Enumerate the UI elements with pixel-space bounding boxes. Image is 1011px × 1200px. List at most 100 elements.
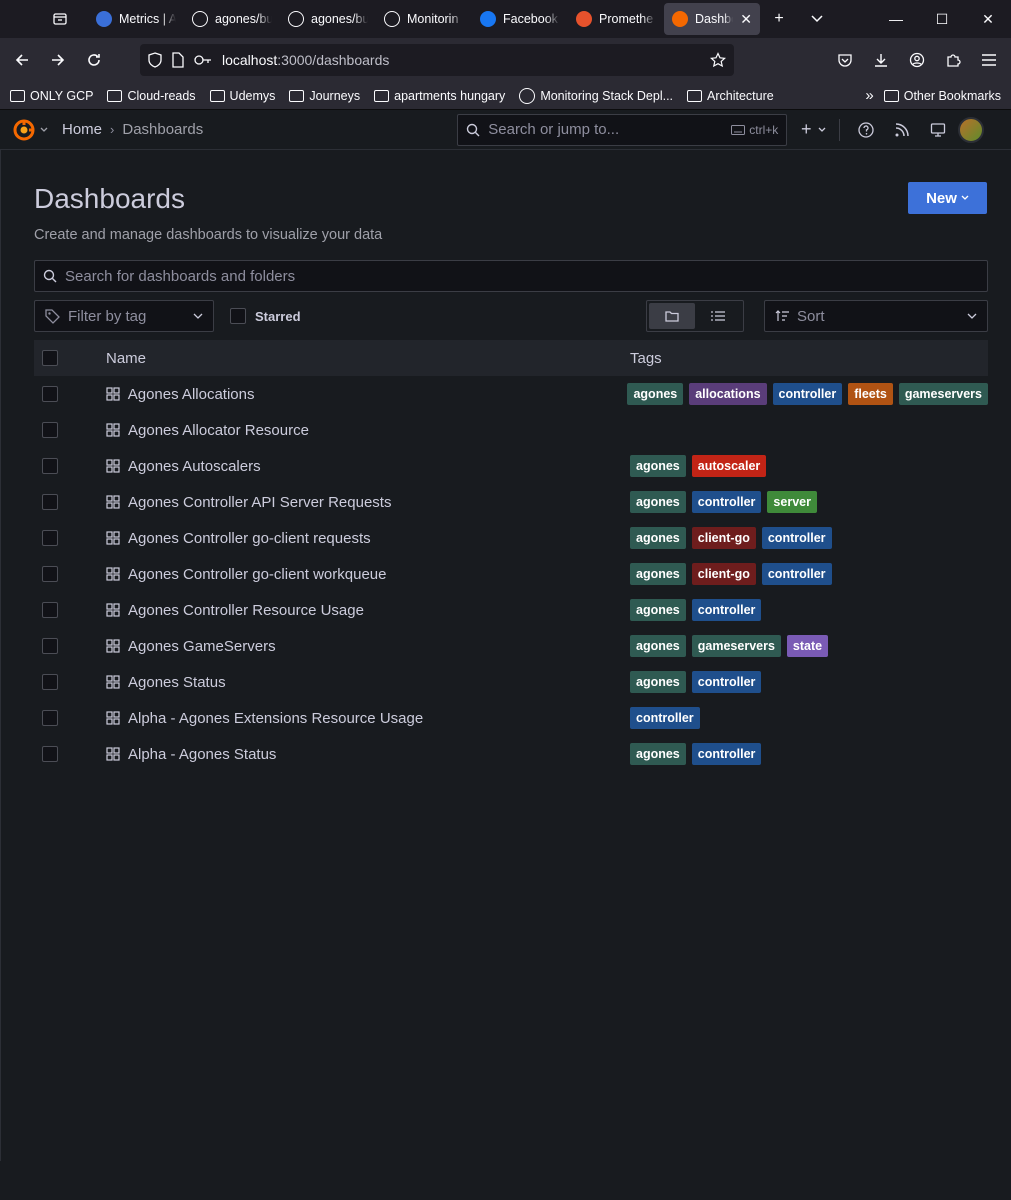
tag-badge[interactable]: autoscaler [691, 455, 767, 477]
tag-badge[interactable]: allocations [689, 383, 767, 405]
tag-badge[interactable]: controller [630, 707, 700, 729]
row-checkbox[interactable] [42, 494, 58, 510]
table-row[interactable]: Alpha - Agones Status agones controller [34, 736, 988, 772]
dashboard-name-link[interactable]: Agones Controller API Server Requests [128, 494, 391, 511]
dashboard-name-link[interactable]: Alpha - Agones Status [128, 746, 276, 763]
more-bookmarks-chevron-icon[interactable]: » [865, 87, 873, 104]
dashboard-name-link[interactable]: Agones Controller Resource Usage [128, 602, 364, 619]
tag-badge[interactable]: controller [691, 599, 762, 621]
row-checkbox[interactable] [42, 566, 58, 582]
table-row[interactable]: Agones Controller go-client workqueue ago… [34, 556, 988, 592]
tag-badge[interactable]: controller [761, 527, 832, 549]
browser-tab[interactable]: agones/bu [280, 3, 376, 35]
back-button[interactable] [4, 42, 40, 78]
add-new-button[interactable]: + [797, 114, 829, 146]
row-checkbox[interactable] [42, 710, 58, 726]
maximize-button[interactable]: ☐ [919, 0, 965, 38]
table-row[interactable]: Agones Allocator Resource [34, 412, 988, 448]
dashboard-name-link[interactable]: Alpha - Agones Extensions Resource Usage [128, 710, 423, 727]
bookmark-star-icon[interactable] [710, 52, 726, 68]
bookmark-item[interactable]: Udemys [209, 89, 275, 103]
folder-view-button[interactable] [649, 303, 695, 329]
select-all-checkbox[interactable] [42, 350, 58, 366]
starred-checkbox[interactable] [230, 308, 246, 324]
row-checkbox[interactable] [42, 458, 58, 474]
tag-filter-select[interactable]: Filter by tag [34, 300, 214, 332]
tag-badge[interactable]: agones [630, 491, 686, 513]
breadcrumb-home[interactable]: Home [62, 121, 102, 138]
new-dashboard-button[interactable]: New [908, 182, 987, 214]
browser-tab[interactable]: agones/bu [184, 3, 280, 35]
browser-tab[interactable]: Promethe [568, 3, 664, 35]
dashboard-name-link[interactable]: Agones GameServers [128, 638, 276, 655]
dashboard-name-link[interactable]: Agones Autoscalers [128, 458, 261, 475]
browser-tab[interactable]: Facebook [472, 3, 568, 35]
tag-badge[interactable]: agones [630, 527, 686, 549]
news-button[interactable] [886, 114, 918, 146]
bookmark-item[interactable]: ONLY GCP [10, 89, 93, 103]
table-row[interactable]: Agones Allocations agones allocations contr… [34, 376, 988, 412]
table-row[interactable]: Agones Status agones controller [34, 664, 988, 700]
table-row[interactable]: Agones Controller API Server Requests ago… [34, 484, 988, 520]
list-view-button[interactable] [695, 303, 741, 329]
dashboard-name-link[interactable]: Agones Allocations [128, 386, 255, 403]
bookmark-item[interactable]: Architecture [687, 89, 774, 103]
close-tab-icon[interactable]: ✕ [740, 11, 752, 28]
tag-badge[interactable]: agones [630, 563, 686, 585]
table-row[interactable]: Agones GameServers agones gameservers state [34, 628, 988, 664]
tag-badge[interactable]: server [767, 491, 817, 513]
tag-badge[interactable]: client-go [691, 563, 756, 585]
dashboard-name-link[interactable]: Agones Controller go-client requests [128, 530, 371, 547]
bookmark-item[interactable]: apartments hungary [374, 89, 505, 103]
bookmark-item[interactable]: Cloud-reads [107, 89, 196, 103]
dashboard-name-link[interactable]: Agones Status [128, 674, 226, 691]
tag-badge[interactable]: agones [627, 383, 684, 405]
other-bookmarks-folder[interactable]: Other Bookmarks [883, 89, 1001, 103]
extensions-button[interactable] [935, 42, 971, 78]
tag-badge[interactable]: client-go [691, 527, 756, 549]
downloads-button[interactable] [863, 42, 899, 78]
global-search-input[interactable]: Search or jump to... ctrl+k [457, 113, 788, 146]
tag-badge[interactable]: agones [630, 635, 686, 657]
row-checkbox[interactable] [42, 746, 58, 762]
help-button[interactable] [850, 114, 882, 146]
row-checkbox[interactable] [42, 674, 58, 690]
tag-badge[interactable]: controller [772, 383, 843, 405]
close-window-button[interactable]: ✕ [965, 0, 1011, 38]
tag-badge[interactable]: gameservers [691, 635, 781, 657]
browser-tab[interactable]: Dashbo ✕ [664, 3, 760, 35]
tag-badge[interactable]: controller [691, 743, 762, 765]
menu-button[interactable] [971, 42, 1007, 78]
tag-badge[interactable]: controller [691, 491, 762, 513]
table-row[interactable]: Alpha - Agones Extensions Resource Usage… [34, 700, 988, 736]
minimize-button[interactable]: — [873, 0, 919, 38]
dashboard-name-link[interactable]: Agones Controller go-client workqueue [128, 566, 386, 583]
row-checkbox[interactable] [42, 638, 58, 654]
kiosk-mode-button[interactable] [922, 114, 954, 146]
tab-manager-button[interactable] [40, 0, 80, 38]
new-tab-button[interactable]: + [760, 0, 798, 38]
row-checkbox[interactable] [42, 386, 58, 402]
browser-tab[interactable]: Monitorin [376, 3, 472, 35]
row-checkbox[interactable] [42, 602, 58, 618]
dashboard-name-link[interactable]: Agones Allocator Resource [128, 422, 309, 439]
table-row[interactable]: Agones Autoscalers agones autoscaler [34, 448, 988, 484]
table-row[interactable]: Agones Controller go-client requests agon… [34, 520, 988, 556]
url-bar[interactable]: localhost:3000/dashboards [140, 44, 734, 76]
tag-badge[interactable]: state [786, 635, 829, 657]
user-avatar[interactable] [958, 116, 985, 143]
tag-badge[interactable]: controller [691, 671, 762, 693]
tag-badge[interactable]: fleets [848, 383, 893, 405]
grafana-menu-button[interactable] [12, 118, 60, 142]
bookmark-item[interactable]: Journeys [289, 89, 360, 103]
tag-badge[interactable]: agones [630, 455, 686, 477]
pocket-button[interactable] [827, 42, 863, 78]
starred-filter[interactable]: Starred [230, 308, 301, 324]
dashboard-search-input[interactable]: Search for dashboards and folders [34, 260, 988, 292]
list-all-tabs-button[interactable] [798, 0, 836, 38]
reload-button[interactable] [76, 42, 112, 78]
table-row[interactable]: Agones Controller Resource Usage agones co… [34, 592, 988, 628]
tag-badge[interactable]: agones [630, 743, 686, 765]
tag-badge[interactable]: agones [630, 599, 686, 621]
tag-badge[interactable]: controller [761, 563, 832, 585]
